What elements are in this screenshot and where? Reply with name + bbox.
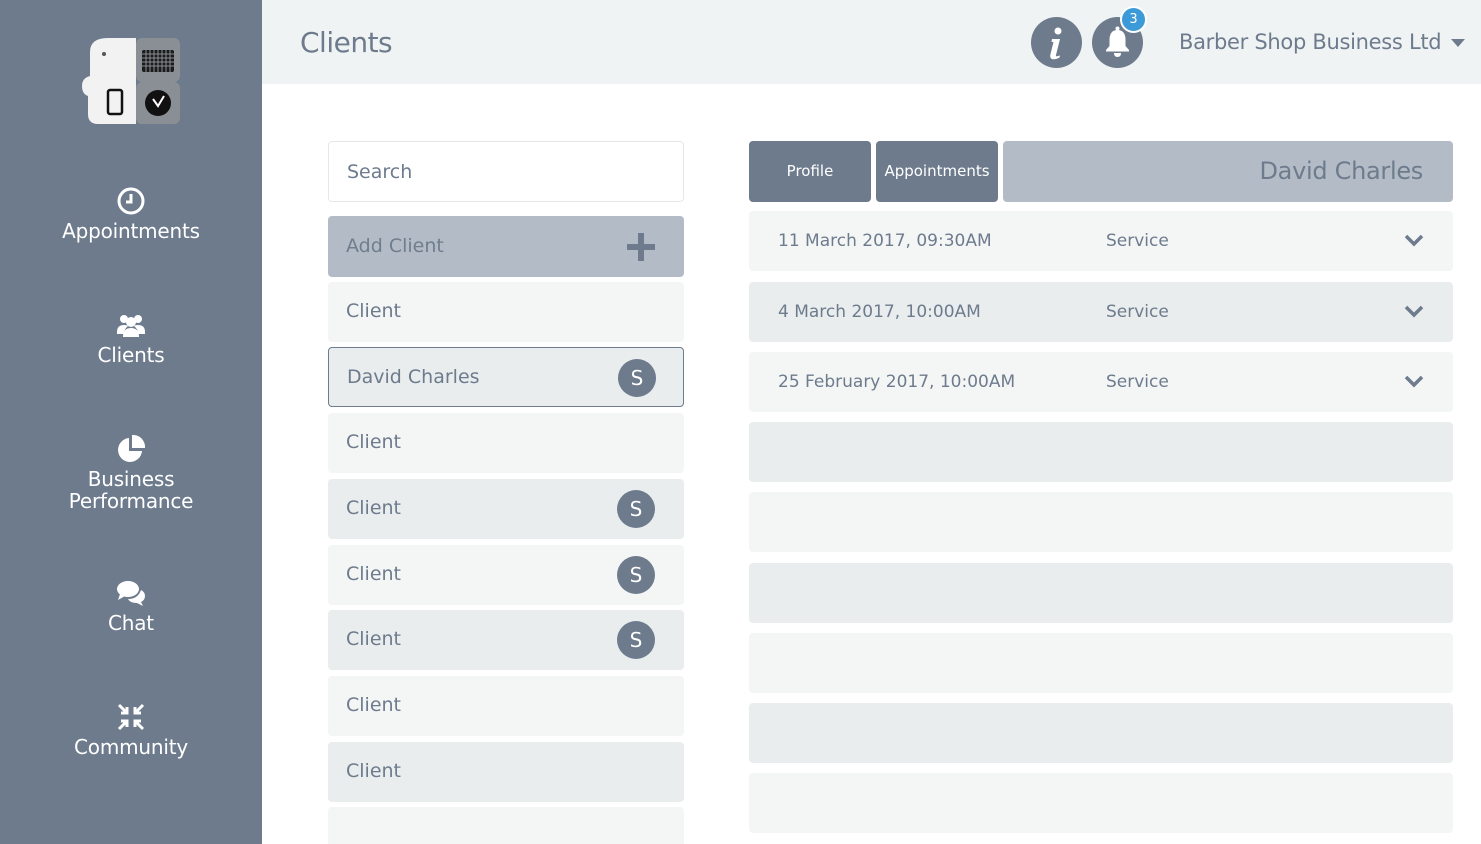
appointment-service: Service	[1106, 231, 1169, 251]
nav-clients-label: Clients	[97, 343, 165, 367]
client-name: David Charles	[347, 366, 480, 388]
add-client-button[interactable]: Add Client	[328, 216, 684, 277]
nav-business-label-line1: Business	[87, 467, 175, 491]
tab-appointments[interactable]: Appointments	[876, 141, 998, 202]
service-badge: S	[617, 490, 655, 528]
service-badge: S	[618, 359, 656, 397]
chevron-down-icon[interactable]	[1404, 373, 1424, 389]
appointment-row[interactable]: 4 March 2017, 10:00AM Service	[749, 282, 1453, 342]
service-badge: S	[617, 556, 655, 594]
appointment-date: 4 March 2017, 10:00AM	[778, 302, 981, 322]
selected-client-header: David Charles	[1003, 141, 1453, 202]
selected-client-name: David Charles	[1259, 157, 1423, 185]
client-list-item[interactable]: Client S	[328, 610, 684, 670]
nav-appointments[interactable]: Appointments	[0, 186, 262, 242]
client-name: Client	[346, 300, 402, 322]
appointment-service: Service	[1106, 302, 1169, 322]
info-button[interactable]	[1031, 17, 1082, 68]
client-list-item[interactable]: Client	[328, 413, 684, 473]
appointment-row[interactable]: 25 February 2017, 10:00AM Service	[749, 352, 1453, 412]
caret-down-icon	[1451, 39, 1466, 47]
business-selector[interactable]: Barber Shop Business Ltd	[1179, 30, 1466, 54]
appointment-service: Service	[1106, 372, 1169, 392]
client-name: Client	[346, 694, 402, 716]
appointment-date: 25 February 2017, 10:00AM	[778, 372, 1016, 392]
chevron-down-icon[interactable]	[1404, 303, 1424, 319]
client-list-item[interactable]: Client S	[328, 545, 684, 605]
client-list-item[interactable]	[328, 807, 684, 844]
client-name: Client	[346, 431, 402, 453]
client-list-item[interactable]: Client S	[328, 479, 684, 539]
plus-icon	[627, 233, 655, 261]
page-title: Clients	[300, 26, 393, 59]
empty-appointment-row	[749, 703, 1453, 763]
notification-count-badge: 3	[1120, 6, 1147, 33]
client-name: Client	[346, 563, 402, 585]
empty-appointment-row	[749, 492, 1453, 552]
empty-appointment-row	[749, 633, 1453, 693]
nav-chat[interactable]: Chat	[0, 578, 262, 634]
empty-appointment-row	[749, 773, 1453, 833]
client-name: Client	[346, 497, 402, 519]
nav-business-performance-label: Business Performance	[0, 468, 262, 512]
sidebar: Appointments Clients Business Performanc…	[0, 0, 262, 844]
client-name: Client	[346, 760, 402, 782]
nav-community-label: Community	[74, 735, 188, 759]
chat-bubbles-icon	[117, 581, 145, 606]
compress-arrows-icon	[117, 703, 145, 731]
empty-appointment-row	[749, 422, 1453, 482]
appointment-row[interactable]: 11 March 2017, 09:30AM Service	[749, 211, 1453, 271]
clock-icon	[117, 187, 145, 215]
business-name: Barber Shop Business Ltd	[1179, 30, 1442, 54]
nav-community[interactable]: Community	[0, 702, 262, 758]
nav-appointments-label: Appointments	[62, 219, 200, 243]
client-list-item-selected[interactable]: David Charles S	[328, 347, 684, 407]
client-name: Client	[346, 628, 402, 650]
service-badge: S	[617, 621, 655, 659]
users-icon	[117, 315, 145, 337]
info-icon	[1050, 27, 1062, 60]
search-input[interactable]	[328, 141, 684, 202]
client-list-item[interactable]: Client	[328, 742, 684, 802]
pie-chart-icon	[118, 434, 146, 462]
empty-appointment-row	[749, 563, 1453, 623]
nav-chat-label: Chat	[108, 611, 154, 635]
app-logo-icon[interactable]	[80, 36, 182, 128]
nav-clients[interactable]: Clients	[0, 310, 262, 366]
chevron-down-icon[interactable]	[1404, 232, 1424, 248]
client-list-item[interactable]: Client	[328, 282, 684, 342]
client-list-item[interactable]: Client	[328, 676, 684, 736]
tab-profile[interactable]: Profile	[749, 141, 871, 202]
top-header: Clients 3 Barber Shop Business Ltd	[262, 0, 1481, 84]
appointment-date: 11 March 2017, 09:30AM	[778, 231, 992, 251]
nav-business-performance[interactable]: Business Performance	[0, 434, 262, 512]
nav-business-label-line2: Performance	[68, 489, 194, 513]
add-client-label: Add Client	[346, 235, 444, 257]
